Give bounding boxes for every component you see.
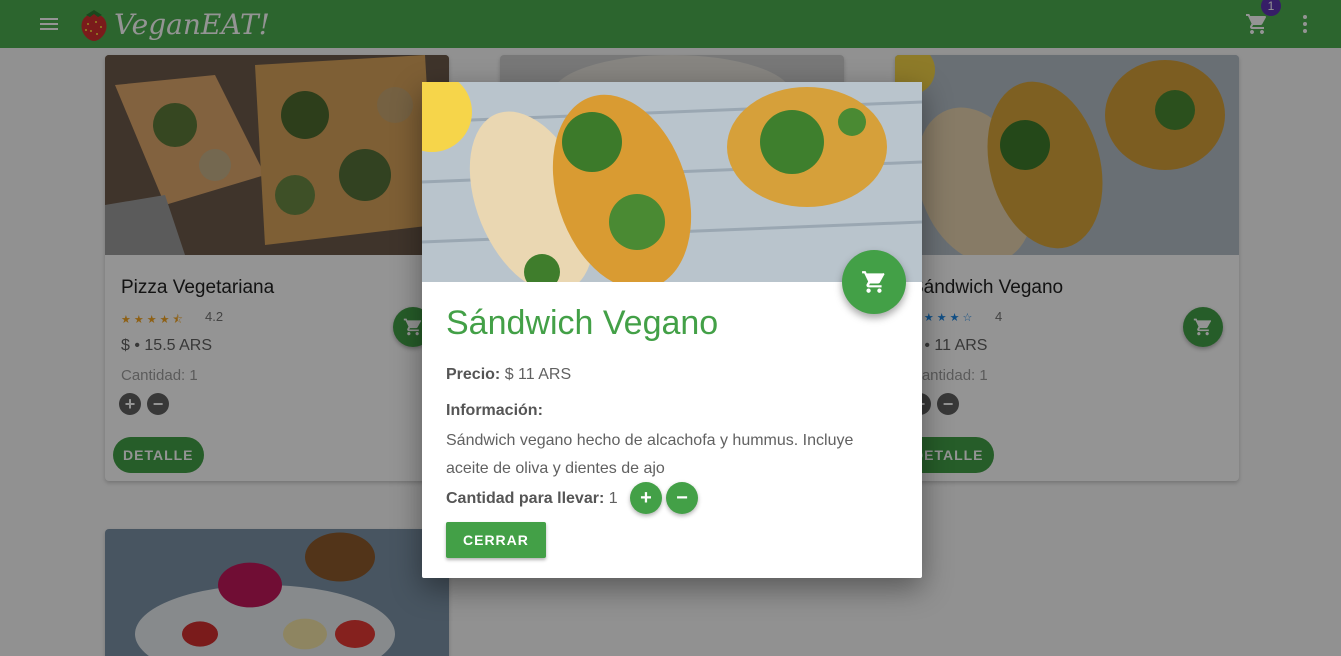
quantity-value: 1 — [608, 490, 618, 507]
close-button[interactable]: CERRAR — [446, 522, 546, 558]
price-row: Precio: $ 11 ARS — [446, 366, 571, 384]
add-to-cart-button[interactable] — [842, 250, 906, 314]
price-value: $ 11 ARS — [504, 366, 572, 383]
quantity-label: Cantidad para llevar: — [446, 490, 605, 507]
info-row: Información: — [446, 402, 543, 420]
quantity-row: Cantidad para llevar: 1 — [446, 490, 618, 508]
increase-quantity-button[interactable]: + — [630, 482, 662, 514]
sandwich-hero-image — [422, 82, 922, 282]
dialog-title: Sándwich Vegano — [446, 304, 719, 342]
info-label: Información: — [446, 402, 543, 419]
info-text: Sándwich vegano hecho de alcachofa y hum… — [446, 432, 854, 477]
decrease-quantity-button[interactable]: − — [666, 482, 698, 514]
cart-icon — [862, 271, 885, 293]
product-detail-dialog: Sándwich Vegano Precio: $ 11 ARS Informa… — [422, 82, 922, 578]
price-label: Precio: — [446, 366, 501, 383]
